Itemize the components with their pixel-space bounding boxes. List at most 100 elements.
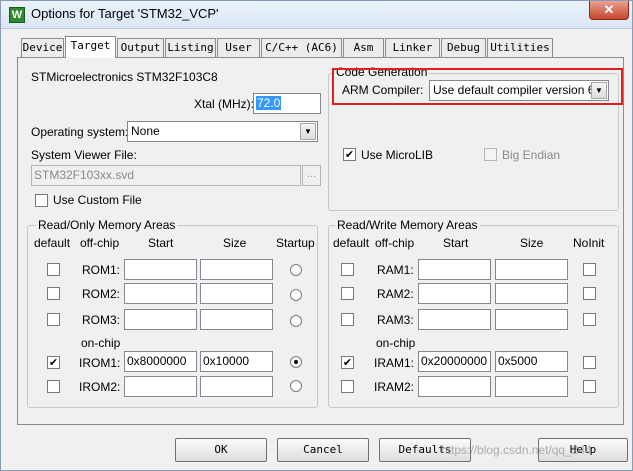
ram-header-size: Size	[520, 236, 544, 250]
xtal-value: 72.0	[256, 96, 282, 110]
rom3-size-input[interactable]	[200, 309, 273, 330]
rom2-label: ROM2:	[82, 287, 121, 301]
ram3-default-checkbox[interactable]	[341, 313, 354, 326]
rom1-startup-radio[interactable]	[290, 264, 302, 276]
ram2-label: RAM2:	[377, 287, 414, 301]
iram1-noinit-checkbox[interactable]	[583, 356, 596, 369]
irom1-default-checkbox[interactable]: ✔	[47, 356, 60, 369]
rom2-default-checkbox[interactable]	[47, 287, 60, 300]
options-dialog: W Options for Target 'STM32_VCP' ✕ Devic…	[0, 0, 633, 471]
ram3-noinit-checkbox[interactable]	[583, 313, 596, 326]
irom2-label: IROM2:	[79, 380, 121, 394]
irom2-startup-radio[interactable]	[290, 380, 302, 392]
rom1-label: ROM1:	[82, 263, 121, 277]
big-endian-checkbox[interactable]	[484, 148, 497, 161]
iram1-size-input[interactable]: 0x5000	[495, 351, 568, 372]
rom-header-offchip: off-chip	[80, 236, 120, 250]
tab-asm[interactable]: Asm	[343, 38, 384, 57]
ram2-size-input[interactable]	[495, 283, 568, 304]
rom1-default-checkbox[interactable]	[47, 263, 60, 276]
ram2-default-checkbox[interactable]	[341, 287, 354, 300]
xtal-label: Xtal (MHz):	[194, 97, 254, 111]
ram1-label: RAM1:	[377, 263, 414, 277]
iram2-size-input[interactable]	[495, 376, 568, 397]
ram1-noinit-checkbox[interactable]	[583, 263, 596, 276]
rom-onchip-label: on-chip	[81, 336, 121, 350]
irom1-start-input[interactable]: 0x8000000	[124, 351, 197, 372]
ram-group-title: Read/Write Memory Areas	[335, 218, 480, 232]
iram1-default-checkbox[interactable]: ✔	[341, 356, 354, 369]
iram1-label: IRAM1:	[374, 356, 415, 370]
big-endian-label: Big Endian	[502, 148, 561, 162]
ram-header-default: default	[333, 236, 370, 250]
rom-header-startup: Startup	[276, 236, 315, 250]
tab-utilities[interactable]: Utilities	[487, 38, 553, 57]
os-label: Operating system:	[31, 125, 129, 139]
ram1-size-input[interactable]	[495, 259, 568, 280]
irom1-size-input[interactable]: 0x10000	[200, 351, 273, 372]
cancel-button[interactable]: Cancel	[277, 438, 369, 462]
tab-debug[interactable]: Debug	[441, 38, 486, 57]
ram3-label: RAM3:	[377, 313, 414, 327]
use-microlib-label: Use MicroLIB	[361, 148, 434, 162]
rom2-start-input[interactable]	[124, 283, 197, 304]
tab-user[interactable]: User	[217, 38, 260, 57]
rom-header-size: Size	[223, 236, 247, 250]
tab-c-cpp[interactable]: C/C++ (AC6)	[261, 38, 342, 57]
chevron-down-icon[interactable]: ▼	[300, 123, 316, 140]
app-icon: W	[9, 7, 25, 23]
iram2-start-input[interactable]	[418, 376, 491, 397]
rom3-label: ROM3:	[82, 313, 121, 327]
rom3-startup-radio[interactable]	[290, 315, 302, 327]
tab-linker[interactable]: Linker	[385, 38, 440, 57]
highlight-annotation	[332, 68, 623, 105]
irom2-size-input[interactable]	[200, 376, 273, 397]
iram2-label: IRAM2:	[374, 380, 415, 394]
ram-header-start: Start	[443, 236, 469, 250]
tab-output[interactable]: Output	[117, 38, 164, 57]
svf-input[interactable]: STM32F103xx.svd	[31, 165, 301, 186]
ram2-start-input[interactable]	[418, 283, 491, 304]
svf-label: System Viewer File:	[31, 148, 137, 162]
use-custom-file-checkbox[interactable]	[35, 194, 48, 207]
rom3-start-input[interactable]	[124, 309, 197, 330]
ram-header-noinit: NoInit	[573, 236, 605, 250]
ram1-default-checkbox[interactable]	[341, 263, 354, 276]
xtal-input[interactable]: 72.0	[253, 93, 321, 114]
os-value: None	[131, 124, 160, 138]
device-name: STMicroelectronics STM32F103C8	[31, 70, 218, 84]
watermark: https://blog.csdn.net/qq_244	[441, 443, 592, 457]
iram1-start-input[interactable]: 0x20000000	[418, 351, 491, 372]
rom2-startup-radio[interactable]	[290, 289, 302, 301]
ram1-start-input[interactable]	[418, 259, 491, 280]
irom2-start-input[interactable]	[124, 376, 197, 397]
iram2-default-checkbox[interactable]	[341, 380, 354, 393]
rom1-start-input[interactable]	[124, 259, 197, 280]
rom3-default-checkbox[interactable]	[47, 313, 60, 326]
ram2-noinit-checkbox[interactable]	[583, 287, 596, 300]
close-icon[interactable]: ✕	[589, 1, 629, 20]
iram2-noinit-checkbox[interactable]	[583, 380, 596, 393]
svf-browse-button[interactable]: ...	[302, 165, 321, 186]
tab-listing[interactable]: Listing	[165, 38, 216, 57]
ram3-start-input[interactable]	[418, 309, 491, 330]
irom1-label: IROM1:	[79, 356, 121, 370]
title-bar: W Options for Target 'STM32_VCP' ✕	[1, 1, 632, 29]
ram-onchip-label: on-chip	[376, 336, 416, 350]
rom1-size-input[interactable]	[200, 259, 273, 280]
ram-header-offchip: off-chip	[375, 236, 415, 250]
rom-group-title: Read/Only Memory Areas	[36, 218, 178, 232]
ok-button[interactable]: OK	[175, 438, 267, 462]
irom2-default-checkbox[interactable]	[47, 380, 60, 393]
rom2-size-input[interactable]	[200, 283, 273, 304]
ram3-size-input[interactable]	[495, 309, 568, 330]
use-custom-file-label: Use Custom File	[53, 193, 142, 207]
tab-device[interactable]: Device	[21, 38, 64, 57]
os-select[interactable]: None ▼	[127, 121, 318, 142]
rom-header-start: Start	[148, 236, 174, 250]
tab-target[interactable]: Target	[65, 36, 116, 58]
rom-header-default: default	[34, 236, 71, 250]
irom1-startup-radio[interactable]	[290, 356, 302, 368]
use-microlib-checkbox[interactable]: ✔	[343, 148, 356, 161]
window-title: Options for Target 'STM32_VCP'	[31, 6, 219, 21]
